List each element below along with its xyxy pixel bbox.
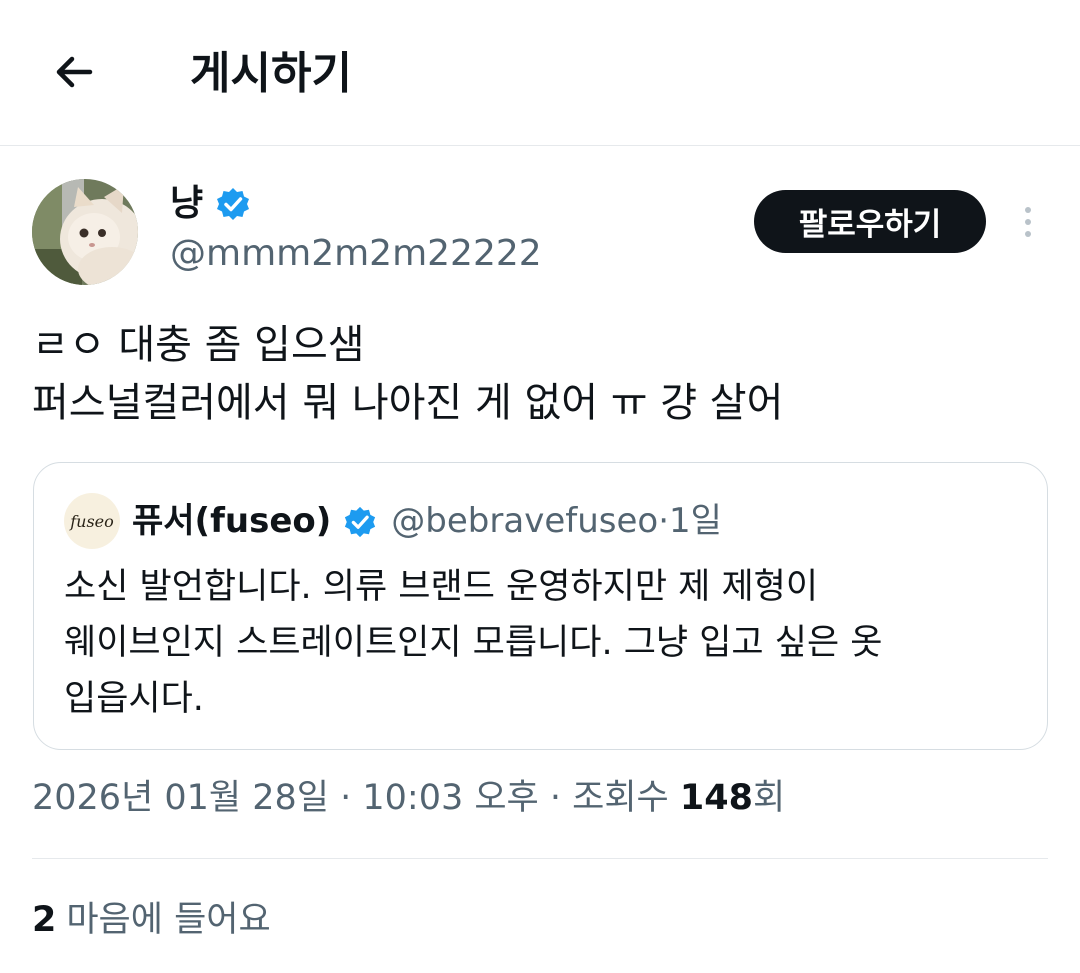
quote-avatar[interactable]: fuseo [64,493,120,549]
divider [32,858,1048,859]
quoted-tweet-card[interactable]: fuseo 퓨서(fuseo) @bebravefuseo · 1일 소신 발언… [33,462,1048,750]
more-vertical-icon [1025,207,1031,213]
quote-separator: · [658,501,669,541]
arrow-left-icon [56,56,93,88]
quote-avatar-logo: fuseo [70,511,114,531]
page-title: 게시하기 [190,48,352,99]
quote-display-name[interactable]: 퓨서(fuseo) [132,497,331,545]
back-button[interactable] [42,40,106,104]
quote-time[interactable]: 1일 [669,497,722,545]
quote-handle[interactable]: @bebravefuseo [391,497,658,545]
views-count: 148 [679,778,753,818]
likes-label: 마음에 들어요 [66,900,271,940]
more-options-button[interactable] [1008,200,1048,244]
author-name-row: 냥 [170,180,251,228]
cat-avatar-image [32,179,138,285]
quote-header: 퓨서(fuseo) @bebravefuseo · 1일 [132,497,722,545]
likes-link[interactable]: 2 마음에 들어요 [32,894,271,946]
tweet-text: ㄹㅇ 대충 좀 입으샘 퍼스널컬러에서 뭐 나아진 게 없어 ㅠ 걍 살어 [32,322,784,426]
likes-count: 2 [32,900,57,940]
verified-badge-icon [343,504,377,538]
tweet-meta: 2026년 01월 28일 · 10:03 오후 · 조회수 148회 [32,772,785,824]
verified-badge-icon [215,186,251,222]
author-display-name[interactable]: 냥 [170,180,203,228]
timestamp[interactable]: 2026년 01월 28일 · 10:03 오후 · 조회수 [32,778,680,818]
quote-text: 소신 발언합니다. 의류 브랜드 운영하지만 제 제형이 웨이브인지 스트레이트… [64,567,883,719]
follow-button[interactable]: 팔로우하기 [754,190,986,253]
top-bar: 게시하기 [0,0,1080,146]
author-avatar[interactable] [32,179,138,285]
author-handle[interactable]: @mmm2m2m22222 [170,230,542,278]
views-suffix: 회 [752,778,786,818]
